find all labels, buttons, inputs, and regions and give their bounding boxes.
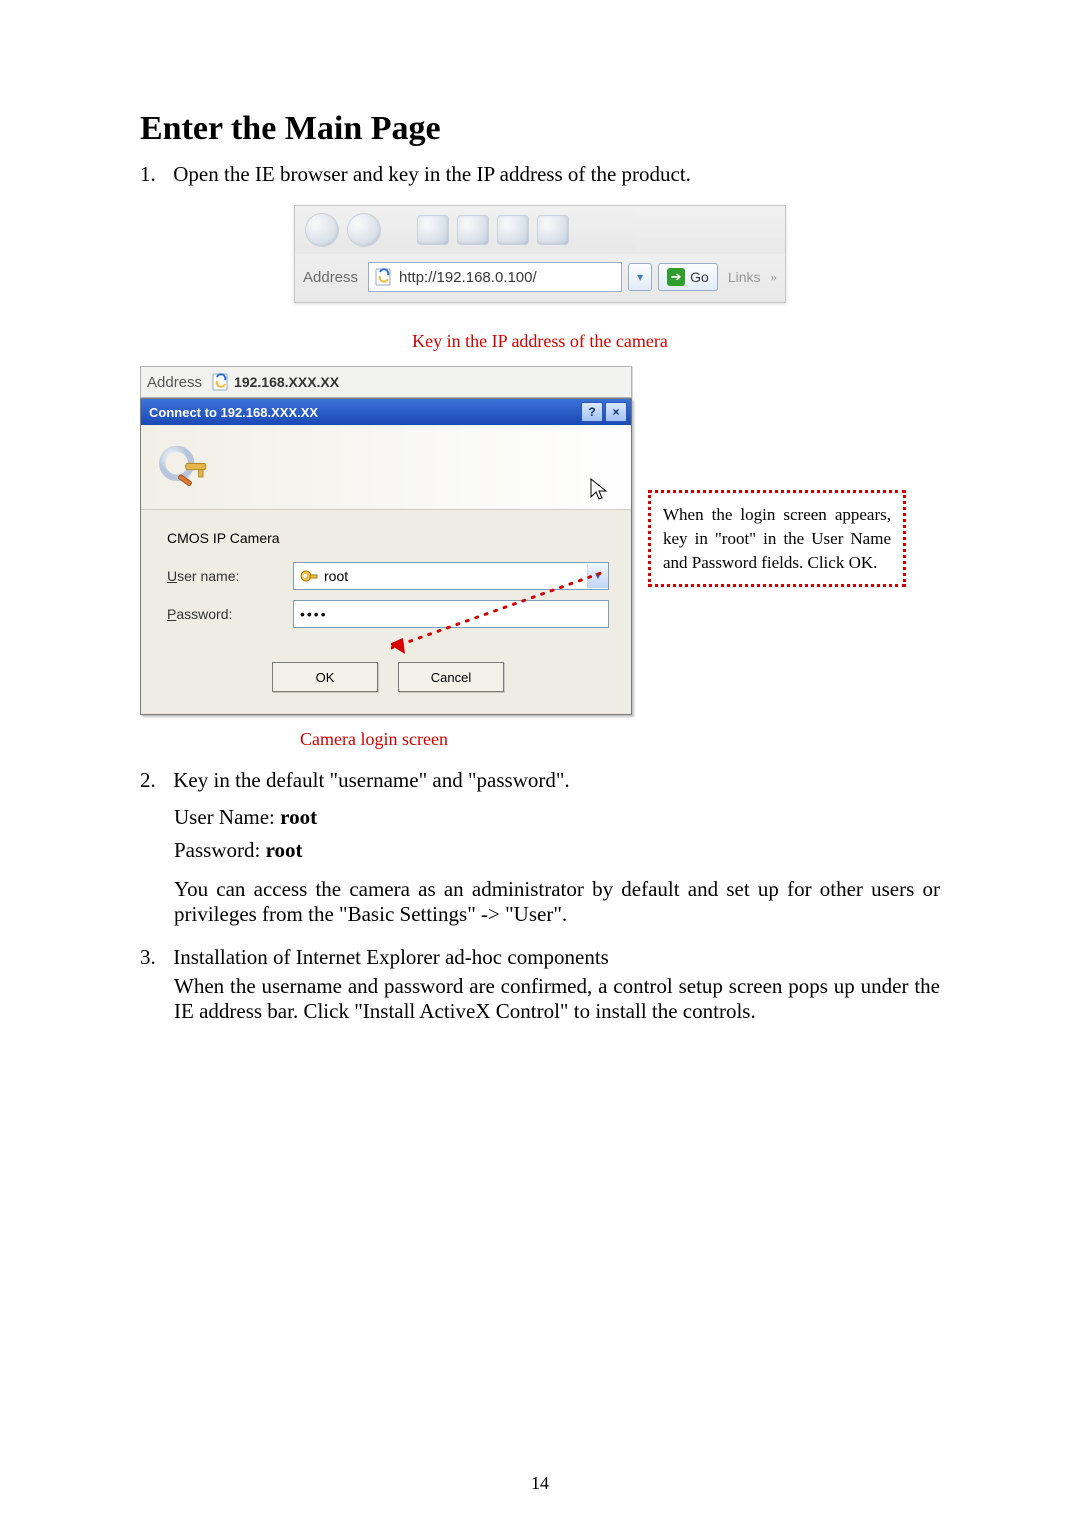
callout-box: When the login screen appears, key in "r…: [648, 490, 906, 587]
address-url: http://192.168.0.100/: [399, 269, 537, 286]
step-3: 3. Installation of Internet Explorer ad-…: [140, 945, 940, 970]
dialog-body: CMOS IP Camera User name: root ▼: [141, 510, 631, 714]
login-dialog: Connect to 192.168.XXX.XX ? ×: [140, 398, 632, 715]
links-chevron-icon: »: [771, 269, 778, 285]
home-button[interactable]: [497, 215, 529, 245]
username-value: root: [324, 568, 348, 584]
browser-toolbar: Address http://192.168.0.100/ ▾ ➔ Go Lin…: [294, 205, 786, 303]
address-strip: Address 192.168.XXX.XX: [140, 366, 632, 398]
dialog-titlebar: Connect to 192.168.XXX.XX ? ×: [141, 399, 631, 425]
search-button[interactable]: [537, 215, 569, 245]
close-button[interactable]: ×: [605, 402, 627, 422]
step-3-body: When the username and password are confi…: [174, 974, 940, 1024]
step-1-num: 1.: [140, 162, 168, 187]
dialog-header: [141, 425, 631, 510]
cancel-button[interactable]: Cancel: [398, 662, 504, 692]
cursor-icon: [589, 477, 609, 501]
caption-addressbar: Key in the IP address of the camera: [140, 331, 940, 352]
username-cred-value: root: [280, 805, 317, 829]
username-label: User name:: [167, 568, 293, 584]
browser-buttons-row: [295, 206, 785, 254]
login-area: Address 192.168.XXX.XX Connect to 192.16…: [140, 366, 940, 715]
password-cred-value: root: [266, 838, 303, 862]
ie-page-icon: [375, 268, 393, 286]
go-label: Go: [690, 269, 709, 285]
caption-login: Camera login screen: [300, 729, 940, 750]
ie-page-icon: [212, 373, 230, 391]
address-strip-value: 192.168.XXX.XX: [234, 374, 339, 390]
go-button[interactable]: ➔ Go: [658, 263, 718, 291]
step-1-text: Open the IE browser and key in the IP ad…: [173, 162, 691, 186]
step-3-line1: Installation of Internet Explorer ad-hoc…: [173, 945, 609, 969]
password-value: ••••: [300, 606, 328, 622]
links-label: Links: [728, 269, 761, 285]
forward-button[interactable]: [347, 213, 381, 247]
address-dropdown[interactable]: ▾: [628, 263, 652, 291]
user-key-icon: [300, 568, 318, 584]
page-heading: Enter the Main Page: [140, 110, 940, 148]
address-row: Address http://192.168.0.100/ ▾ ➔ Go Lin…: [295, 254, 785, 302]
page-number: 14: [0, 1473, 1080, 1494]
back-button[interactable]: [305, 213, 339, 247]
password-field[interactable]: ••••: [293, 600, 609, 628]
address-input[interactable]: http://192.168.0.100/: [368, 262, 622, 292]
step-2: 2. Key in the default "username" and "pa…: [140, 768, 940, 793]
address-strip-label: Address: [147, 374, 202, 391]
step-1: 1. Open the IE browser and key in the IP…: [140, 162, 940, 187]
help-button[interactable]: ?: [581, 402, 603, 422]
password-cred-label: Password:: [174, 838, 266, 862]
username-dropdown[interactable]: ▼: [587, 564, 608, 588]
dialog-title: Connect to 192.168.XXX.XX: [149, 405, 318, 420]
step-2-num: 2.: [140, 768, 168, 793]
username-field[interactable]: root ▼: [293, 562, 609, 590]
ok-button[interactable]: OK: [272, 662, 378, 692]
step-3-num: 3.: [140, 945, 168, 970]
go-arrow-icon: ➔: [667, 268, 685, 286]
device-label: CMOS IP Camera: [167, 530, 609, 546]
stop-button[interactable]: [417, 215, 449, 245]
password-label: Password:: [167, 606, 293, 622]
keyring-icon: [155, 438, 213, 496]
step-2-text: Key in the default "username" and "passw…: [173, 768, 569, 792]
refresh-button[interactable]: [457, 215, 489, 245]
address-label: Address: [303, 269, 358, 286]
step-2-body: You can access the camera as an administ…: [174, 877, 940, 927]
username-cred-label: User Name:: [174, 805, 280, 829]
